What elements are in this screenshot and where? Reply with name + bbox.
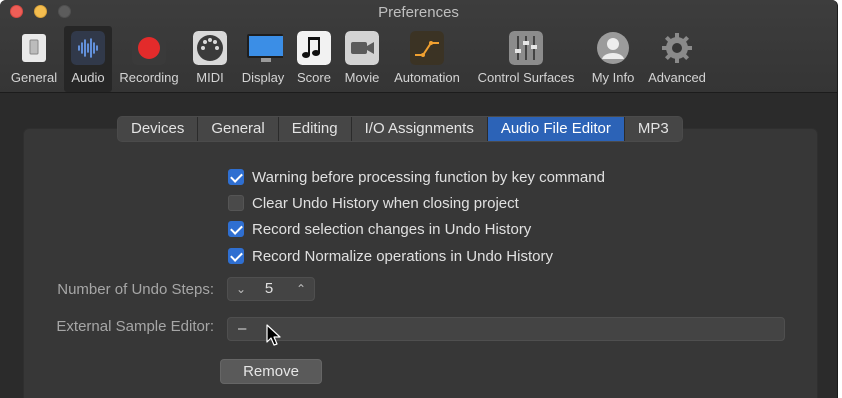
undo-steps-stepper[interactable]: ⌄ 5 ⌃ [227, 277, 315, 301]
option-record-normalize-operations[interactable]: Record Normalize operations in Undo Hist… [228, 246, 553, 266]
mouse-pointer-icon [266, 324, 281, 346]
option-record-selection-changes[interactable]: Record selection changes in Undo History [228, 219, 531, 239]
automation-icon [410, 31, 444, 65]
score-icon [297, 31, 331, 65]
undo-steps-value: 5 [264, 280, 274, 297]
checkbox-label: Record Normalize operations in Undo Hist… [252, 247, 553, 265]
midi-icon [193, 31, 227, 65]
toolbar-label: Advanced [648, 70, 706, 85]
toolbar-item-display[interactable]: Display [236, 26, 290, 92]
toolbar-label: Audio [71, 70, 105, 85]
checkbox-label: Warning before processing function by ke… [252, 168, 605, 186]
gear-icon [662, 33, 692, 63]
option-warning-before-processing[interactable]: Warning before processing function by ke… [228, 167, 605, 187]
toolbar-item-control-surfaces[interactable]: Control Surfaces [470, 26, 582, 92]
toolbar-item-general[interactable]: General [6, 26, 62, 92]
checkbox-label: Record selection changes in Undo History [252, 220, 532, 238]
undo-steps-label: Number of Undo Steps: [57, 281, 214, 298]
toolbar-item-recording[interactable]: Recording [114, 26, 184, 92]
toolbar-item-movie[interactable]: Movie [340, 26, 384, 92]
display-icon [247, 34, 283, 62]
toolbar-label: Score [297, 70, 331, 85]
window-title: Preferences [378, 4, 459, 21]
user-icon [597, 32, 629, 64]
toolbar-item-audio[interactable]: Audio [64, 26, 112, 92]
toolbar-item-score[interactable]: Score [292, 26, 336, 92]
toolbar-item-advanced[interactable]: Advanced [644, 26, 710, 92]
tab-audio-file-editor[interactable]: Audio File Editor [487, 117, 625, 141]
tab-general[interactable]: General [198, 117, 279, 141]
toolbar-item-automation[interactable]: Automation [388, 26, 466, 92]
tab-devices[interactable]: Devices [118, 117, 199, 141]
toolbar-item-my-info[interactable]: My Info [586, 26, 640, 92]
external-editor-label: External Sample Editor: [56, 318, 214, 335]
toolbar-label: Automation [394, 70, 460, 85]
toolbar-label: Recording [119, 70, 179, 85]
movie-camera-icon [345, 31, 379, 65]
audio-tabs: Devices General Editing I/O Assignments … [117, 116, 683, 142]
record-icon [132, 31, 166, 65]
toolbar-label: Display [241, 70, 285, 85]
checkbox-label: Clear Undo History when closing project [252, 194, 519, 212]
checkbox[interactable] [228, 248, 244, 264]
preferences-window: Preferences General Audio Recording MIDI… [0, 0, 838, 398]
tab-io-assignments[interactable]: I/O Assignments [351, 117, 488, 141]
toolbar-item-midi[interactable]: MIDI [188, 26, 232, 92]
checkbox[interactable] [228, 169, 244, 185]
toolbar-label: Control Surfaces [477, 70, 575, 85]
option-clear-undo-history[interactable]: Clear Undo History when closing project [228, 193, 519, 213]
general-icon [22, 34, 46, 62]
checkbox[interactable] [228, 221, 244, 237]
chevron-down-icon[interactable]: ⌄ [232, 279, 250, 299]
toolbar-label: My Info [591, 70, 635, 85]
chevron-up-icon[interactable]: ⌃ [292, 279, 310, 299]
tab-editing[interactable]: Editing [278, 117, 352, 141]
tab-mp3[interactable]: MP3 [624, 117, 682, 141]
toolbar-label: General [10, 70, 58, 85]
remove-button[interactable]: Remove [220, 359, 322, 384]
title-bar: Preferences General Audio Recording MIDI… [0, 0, 837, 93]
toolbar-label: Movie [344, 70, 380, 85]
toolbar-label: MIDI [196, 70, 224, 85]
checkbox[interactable] [228, 195, 244, 211]
control-surfaces-icon [509, 31, 543, 65]
external-editor-field[interactable]: – [227, 317, 785, 341]
audio-waveform-icon [71, 31, 105, 65]
